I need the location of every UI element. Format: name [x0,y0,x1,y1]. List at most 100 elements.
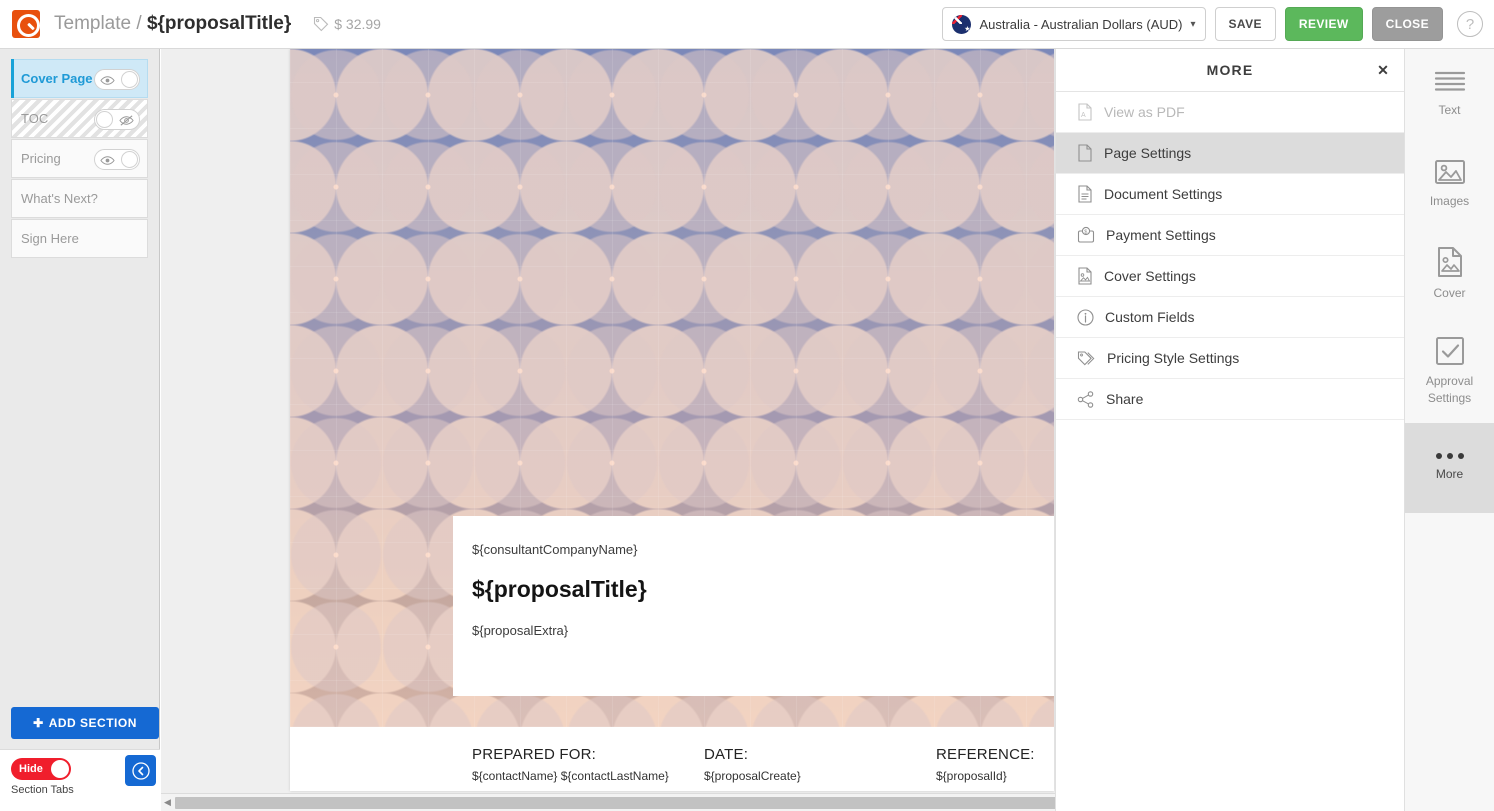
toggle-knob [121,71,138,88]
meta-heading: REFERENCE: [936,746,1035,763]
sidebar-footer: Hide Section Tabs [0,749,160,811]
section-label: Cover Page [21,71,93,86]
australia-flag-icon [952,15,971,34]
more-item-document-settings[interactable]: Document Settings [1056,174,1404,215]
help-icon[interactable]: ? [1457,11,1483,37]
toggle-knob [121,151,138,168]
save-button[interactable]: SAVE [1215,7,1276,41]
cover-meta-block[interactable]: PREPARED FOR: ${contactName} ${contactLa… [453,738,1054,791]
add-section-button[interactable]: ✚ ADD SECTION [11,707,159,739]
more-item-pricing-style-settings[interactable]: Pricing Style Settings [1056,338,1404,379]
price-tags-icon [1077,350,1096,367]
toolbar-item-label: Images [1430,193,1469,209]
section-tabs-label: Section Tabs [11,784,74,796]
review-button[interactable]: REVIEW [1285,7,1363,41]
toggle-knob [51,760,69,778]
cover-title-block[interactable]: ${consultantCompanyName} ${proposalTitle… [453,516,1054,696]
toc-visibility-toggle[interactable] [94,109,140,130]
meta-reference: REFERENCE: ${proposalId} [936,746,1035,791]
meta-value: ${proposalId} [936,769,1035,783]
svg-text:$: $ [1084,229,1087,235]
right-toolbar: Text Images Cover Approval Settings More [1404,49,1494,811]
more-panel-header: MORE ✕ [1056,49,1404,92]
toolbar-item-more[interactable]: More [1405,423,1494,513]
price-value: $ 32.99 [334,16,381,32]
more-item-cover-settings[interactable]: Cover Settings [1056,256,1404,297]
more-settings-panel: MORE ✕ A View as PDF Page Settings Docum… [1055,49,1404,811]
app-logo-icon[interactable] [12,10,40,38]
more-item-label: Payment Settings [1106,227,1216,243]
section-label: What's Next? [21,191,98,206]
meta-heading: PREPARED FOR: [472,746,704,763]
top-bar: Template / ${proposalTitle} $ 32.99 Aust… [0,0,1494,49]
sidebar-section-toc[interactable]: TOC [11,99,148,138]
more-item-page-settings[interactable]: Page Settings [1056,133,1404,174]
more-item-label: Pricing Style Settings [1107,350,1239,366]
triangle-left-icon[interactable]: ◀ [164,797,171,808]
scrollbar-thumb[interactable] [175,797,1127,809]
more-item-label: Cover Settings [1104,268,1196,284]
hide-section-tabs-toggle[interactable]: Hide [11,758,71,780]
price-tag-icon [313,16,329,32]
more-item-custom-fields[interactable]: Custom Fields [1056,297,1404,338]
consultant-company-name: ${consultantCompanyName} [472,542,1054,557]
toolbar-item-label: More [1436,466,1463,482]
ellipsis-icon [1436,453,1464,459]
more-item-payment-settings[interactable]: $ Payment Settings [1056,215,1404,256]
more-panel-title: MORE [1207,62,1254,78]
plus-icon: ✚ [33,716,44,730]
sidebar-section-pricing[interactable]: Pricing [11,139,148,178]
sidebar-section-whats-next[interactable]: What's Next? [11,179,148,218]
toolbar-item-approval-settings[interactable]: Approval Settings [1405,319,1494,423]
more-item-label: Page Settings [1104,145,1191,161]
eye-slash-icon [119,113,134,128]
toolbar-item-images[interactable]: Images [1405,139,1494,229]
section-list: Cover Page TOC Pricing [0,49,159,258]
close-button[interactable]: CLOSE [1372,7,1443,41]
document-icon [1077,185,1093,203]
toggle-knob [96,111,113,128]
toolbar-item-label: Approval [1426,373,1473,389]
meta-prepared-for: PREPARED FOR: ${contactName} ${contactLa… [472,746,704,791]
meta-value: ${contactName} ${contactLastName} [472,769,704,783]
svg-text:A: A [1081,112,1086,119]
top-bar-actions: Australia - Australian Dollars (AUD) ▾ S… [942,7,1494,41]
hide-toggle-label: Hide [19,763,43,775]
price-display: $ 32.99 [313,16,381,32]
currency-selector[interactable]: Australia - Australian Dollars (AUD) ▾ [942,7,1205,41]
toolbar-item-label: Text [1438,102,1460,118]
sidebar-section-cover-page[interactable]: Cover Page [11,59,148,98]
section-label: Pricing [21,151,61,166]
meta-heading: DATE: [704,746,936,763]
checkbox-icon [1435,336,1465,366]
cover-page-visibility-toggle[interactable] [94,69,140,90]
proposal-extra: ${proposalExtra} [472,623,1054,638]
cover-image-icon [1077,267,1093,285]
toolbar-item-label-2: Settings [1428,390,1471,406]
more-item-label: View as PDF [1104,104,1185,120]
breadcrumb-prefix: Template / [54,13,147,34]
more-item-share[interactable]: Share [1056,379,1404,420]
page-icon [1077,144,1093,162]
eye-icon [100,73,115,88]
share-nodes-icon [1077,391,1095,408]
sidebar-section-sign-here[interactable]: Sign Here [11,219,148,258]
pdf-file-icon: A [1077,103,1093,121]
collapse-sidebar-button[interactable] [125,755,156,786]
more-item-view-as-pdf: A View as PDF [1056,92,1404,133]
chevron-down-icon: ▾ [1190,19,1195,30]
toolbar-item-text[interactable]: Text [1405,49,1494,139]
arrow-left-circle-icon [132,762,150,780]
toolbar-item-cover[interactable]: Cover [1405,229,1494,319]
toolbar-item-label: Cover [1433,285,1465,301]
more-item-label: Share [1106,391,1143,407]
meta-date: DATE: ${proposalCreate} [704,746,936,791]
meta-value: ${proposalCreate} [704,769,936,783]
image-icon [1433,158,1467,186]
proposal-title: ${proposalTitle} [472,576,1054,603]
info-circle-icon [1077,309,1094,326]
section-label: TOC [21,111,48,126]
pricing-visibility-toggle[interactable] [94,149,140,170]
proposal-document[interactable]: ${consultantCompanyName} ${proposalTitle… [290,49,1054,791]
close-x-icon[interactable]: ✕ [1377,60,1390,80]
